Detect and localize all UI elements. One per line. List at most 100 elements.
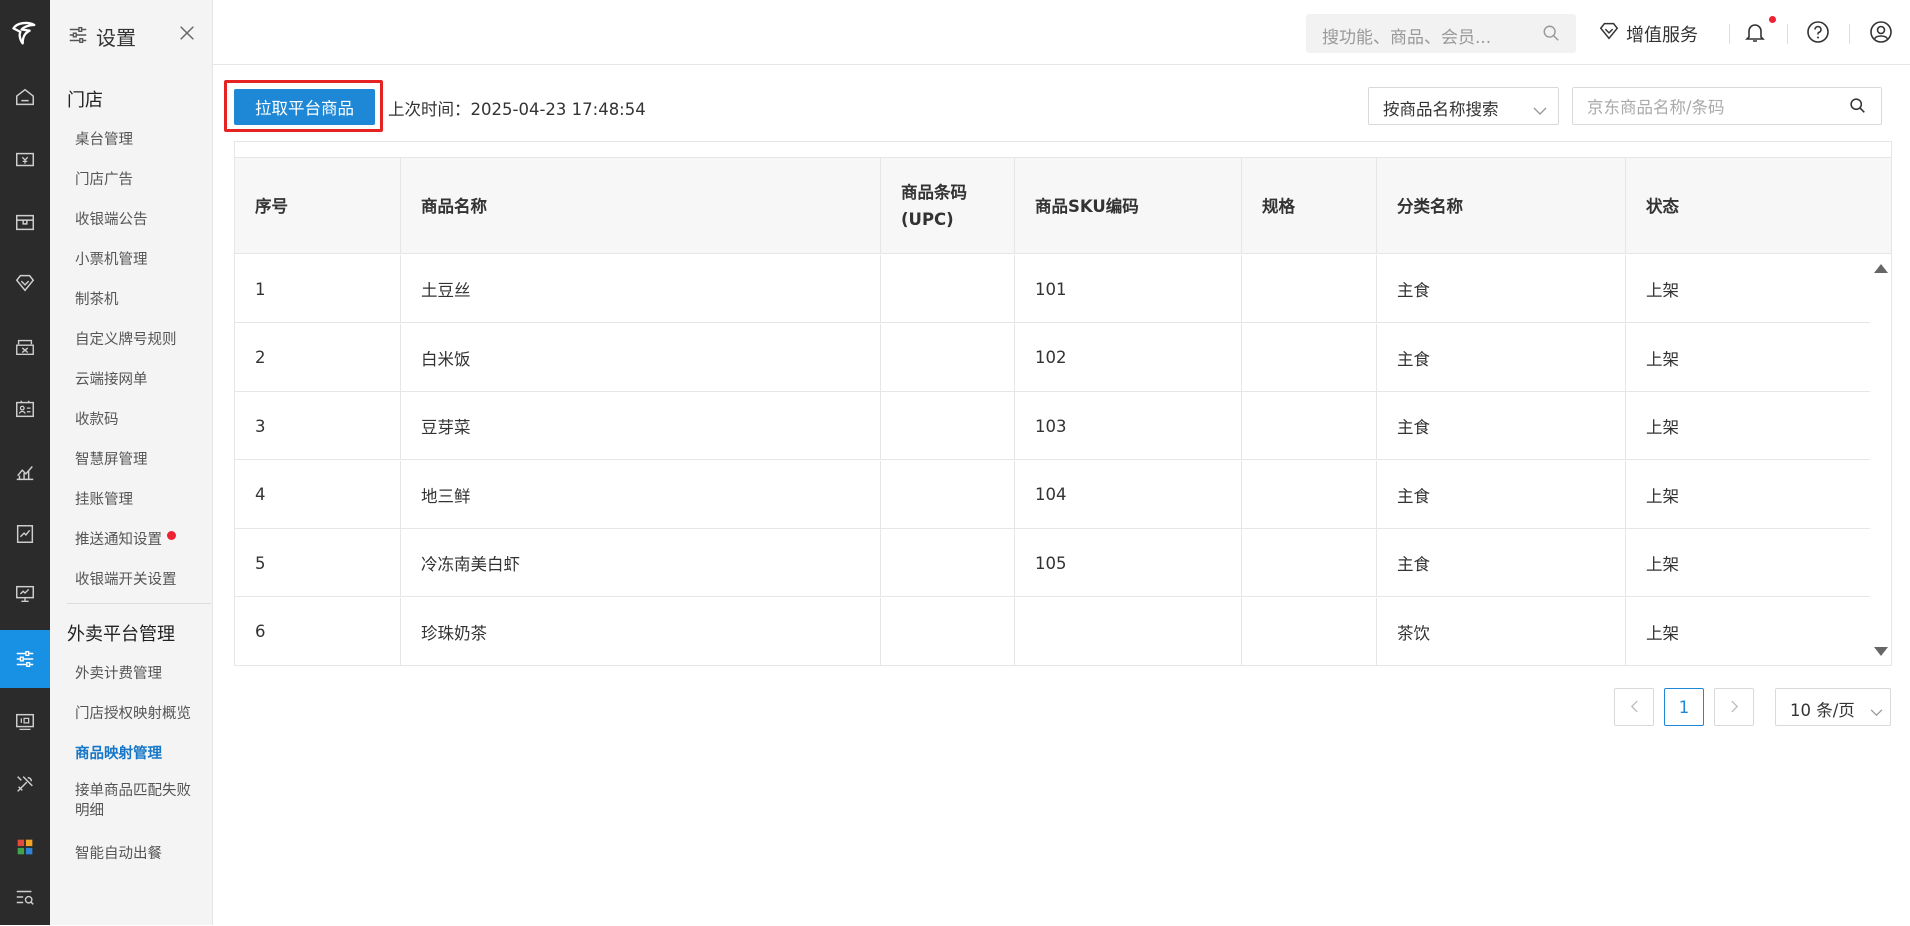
cell-status: 上架 [1646,281,1679,300]
cell-category: 茶饮 [1377,597,1626,666]
menu-item-product-mapping[interactable]: 商品映射管理 [75,742,162,763]
table-row[interactable]: 5 冷冻南美白虾 105 主食 上架 [235,529,1870,597]
diamond-icon[interactable] [0,254,50,312]
menu-item-push-settings[interactable]: 推送通知设置 [75,528,176,549]
cell-category: 主食 [1377,323,1626,392]
menu-divider [67,603,211,604]
menu-item-delivery-billing[interactable]: 外卖计费管理 [75,662,162,683]
pull-platform-products-button[interactable]: 拉取平台商品 [234,89,375,125]
menu-search-icon[interactable] [0,868,50,926]
device-icon[interactable] [0,693,50,751]
value-service-link[interactable]: 增值服务 [1598,20,1698,47]
cell-upc [881,529,1015,597]
prev-page-button[interactable] [1614,688,1654,726]
home-icon[interactable] [0,68,50,126]
scroll-down-arrow[interactable] [1874,647,1888,656]
monitor-icon[interactable] [0,565,50,623]
search-mode-select[interactable]: 按商品名称搜索 [1368,87,1559,125]
cell-name: 冷冻南美白虾 [401,529,881,597]
menu-item-plate-rules[interactable]: 自定义牌号规则 [75,328,177,349]
cell-index: 2 [235,323,401,392]
chevron-down-icon [1533,101,1547,120]
tools-icon[interactable] [0,755,50,813]
page-button-current[interactable]: 1 [1664,688,1704,726]
page-size-select[interactable]: 10 条/页 [1775,688,1891,726]
menu-item-tea-machine[interactable]: 制茶机 [75,288,119,309]
menu-item-cashier-notice[interactable]: 收银端公告 [75,208,148,229]
cell-status: 上架 [1646,418,1679,437]
coupon-icon[interactable] [0,318,50,376]
menu-item-label: 推送通知设置 [75,532,162,548]
cell-name: 地三鲜 [401,460,881,529]
table-row[interactable]: 4 地三鲜 104 主食 上架 [235,460,1870,529]
cell-index: 5 [235,529,401,597]
col-category: 分类名称 [1377,158,1626,254]
member-card-icon[interactable] [0,380,50,438]
next-page-button[interactable] [1714,688,1754,726]
col-upc-line2: (UPC) [901,210,954,229]
page-size-value: 10 条/页 [1790,701,1855,720]
box-icon[interactable] [0,193,50,251]
cell-index: 3 [235,392,401,460]
cell-sku: 101 [1015,255,1242,323]
menu-item-smart-screen[interactable]: 智慧屏管理 [75,448,148,469]
menu-item-credit-mgmt[interactable]: 挂账管理 [75,488,133,509]
cell-index: 6 [235,597,401,666]
report-icon[interactable] [0,505,50,563]
table-row[interactable]: 1 土豆丝 101 主食 上架 [235,255,1870,323]
table-scrollbar[interactable] [1870,254,1891,665]
menu-group-store: 门店 [67,90,103,111]
col-upc: 商品条码 (UPC) [881,158,1015,254]
cell-sku: 104 [1015,460,1242,529]
cashier-icon[interactable] [0,131,50,189]
cell-sku [1015,597,1242,666]
chart-icon[interactable] [0,443,50,501]
menu-group-delivery: 外卖平台管理 [67,624,175,645]
side-menu-title: 设置 [96,26,136,50]
global-search[interactable]: 搜功能、商品、会员... [1306,14,1576,53]
menu-item-cashier-switch[interactable]: 收银端开关设置 [75,568,177,589]
col-sku: 商品SKU编码 [1015,158,1242,254]
menu-item-payment-code[interactable]: 收款码 [75,408,119,429]
search-mode-value: 按商品名称搜索 [1383,100,1499,119]
settings-sliders-icon[interactable] [0,630,50,688]
menu-item-match-failures[interactable]: 接单商品匹配失败明细 [75,781,203,821]
cell-name: 白米饭 [401,323,881,392]
cell-spec [1242,529,1377,597]
menu-item-auto-serve[interactable]: 智能自动出餐 [75,842,162,863]
table-header: 序号 商品名称 商品条码 (UPC) 商品SKU编码 规格 分类名称 状态 [235,158,1891,254]
search-icon[interactable] [1849,97,1866,118]
keyword-input[interactable] [1573,88,1849,126]
menu-item-printer-mgmt[interactable]: 小票机管理 [75,248,148,269]
cell-spec [1242,255,1377,323]
divider [1787,24,1788,44]
menu-item-auth-mapping[interactable]: 门店授权映射概览 [75,702,191,723]
menu-item-table-mgmt[interactable]: 桌台管理 [75,128,133,149]
last-pull-time: 上次时间：2025-04-23 17:48:54 [388,100,646,119]
logo-icon[interactable] [0,0,50,65]
menu-item-store-ads[interactable]: 门店广告 [75,168,133,189]
cell-status: 上架 [1646,623,1679,643]
cell-status: 上架 [1646,555,1679,574]
table-row[interactable]: 6 珍珠奶茶 茶饮 上架 [235,597,1870,666]
help-icon[interactable] [1806,20,1830,48]
cell-spec [1242,323,1377,392]
cell-category: 主食 [1377,460,1626,529]
scroll-up-arrow[interactable] [1874,264,1888,273]
close-icon[interactable] [178,24,196,46]
bell-icon[interactable] [1743,20,1767,48]
menu-item-cloud-orders[interactable]: 云端接网单 [75,368,148,389]
search-input[interactable]: 搜功能、商品、会员... [1322,23,1491,48]
search-icon[interactable] [1542,24,1560,46]
cell-sku: 102 [1015,323,1242,392]
user-icon[interactable] [1869,20,1893,48]
table-row[interactable]: 3 豆芽菜 103 主食 上架 [235,392,1870,460]
col-spec: 规格 [1242,158,1377,254]
cell-name: 土豆丝 [401,255,881,323]
cell-category: 主食 [1377,255,1626,323]
chevron-down-icon [1870,702,1883,721]
table-row[interactable]: 2 白米饭 102 主食 上架 [235,323,1870,392]
diamond-icon [1598,20,1620,47]
cell-spec [1242,460,1377,529]
notification-dot [1769,16,1776,23]
